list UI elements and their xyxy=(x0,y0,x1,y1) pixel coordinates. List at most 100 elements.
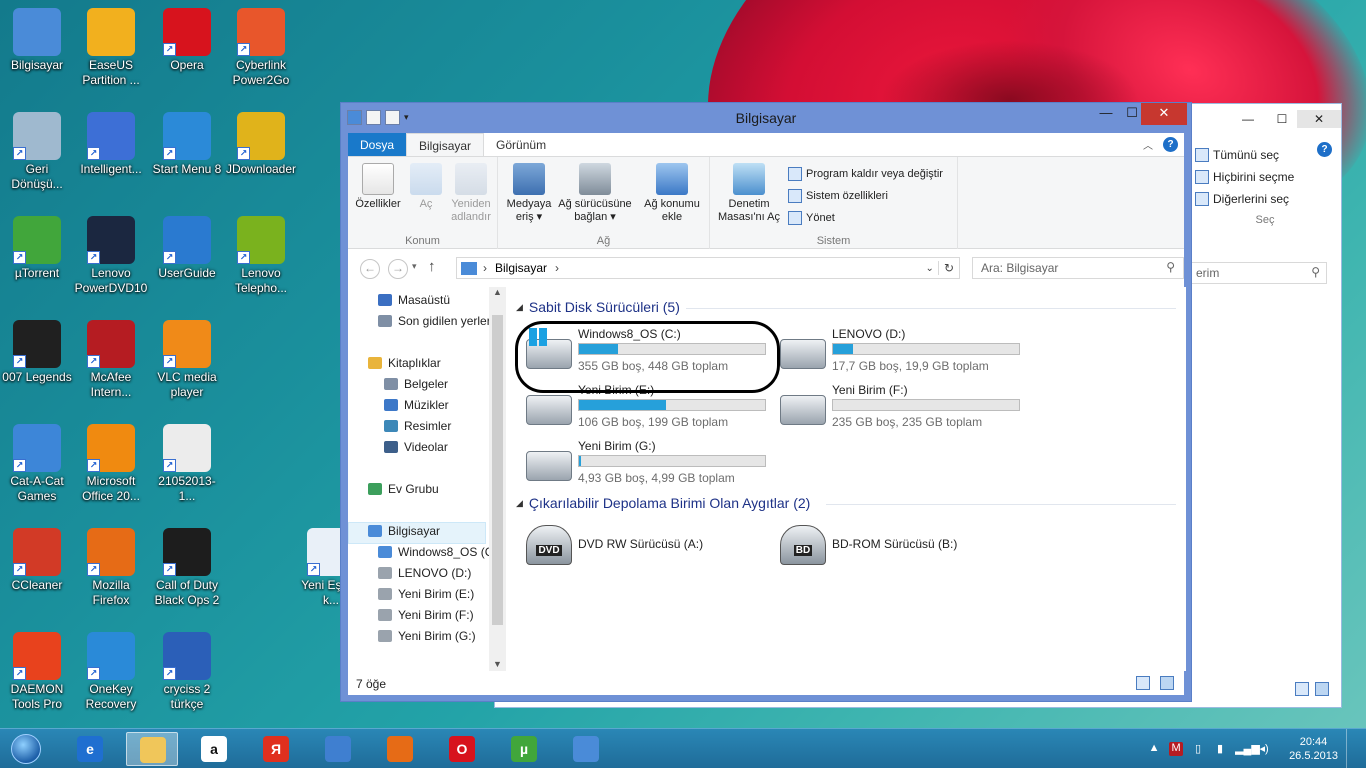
nav-recent-places[interactable]: Son gidilen yerler xyxy=(378,314,491,328)
nav-desktop[interactable]: Masaüstü xyxy=(378,293,450,307)
device-tray-icon[interactable]: ▯ xyxy=(1191,742,1205,756)
tab-file[interactable]: Dosya xyxy=(348,133,407,156)
nav-scrollbar[interactable]: ▲ ▼ xyxy=(489,287,506,671)
desktop-icon[interactable]: ↗ Start Menu 8 xyxy=(150,112,224,177)
desktop-icon[interactable]: ↗ JDownloader xyxy=(224,112,298,177)
desktop-icon[interactable]: ↗ Microsoft Office 20... xyxy=(74,424,148,504)
taskbar-app-button[interactable]: e xyxy=(64,732,116,766)
nav-libraries[interactable]: Kitaplıklar xyxy=(368,356,441,370)
desktop-icon[interactable]: ↗ CCleaner xyxy=(0,528,74,593)
breadcrumb-computer[interactable]: Bilgisayar xyxy=(495,261,547,275)
show-hidden-icons-icon[interactable]: ▲ xyxy=(1147,742,1161,756)
explorer-window[interactable]: ▾ Bilgisayar — ☐ ✕ Dosya Bilgisayar Görü… xyxy=(340,102,1192,702)
back-button[interactable]: ← xyxy=(360,259,380,279)
address-bar[interactable]: › Bilgisayar › ⌄ ↻ xyxy=(456,257,960,279)
desktop-icon[interactable]: ↗ Opera xyxy=(150,8,224,73)
minimize-button[interactable]: — xyxy=(1235,110,1261,128)
desktop-icon[interactable]: EaseUS Partition ... xyxy=(74,8,148,88)
details-view-icon[interactable] xyxy=(1136,676,1150,690)
forward-button[interactable]: → xyxy=(388,259,408,279)
nav-drive-e[interactable]: Yeni Birim (E:) xyxy=(378,587,474,601)
nav-drive-c[interactable]: Windows8_OS (C: xyxy=(378,545,497,559)
scroll-up-icon[interactable]: ▲ xyxy=(489,287,506,297)
power-tray-icon[interactable]: ▮ xyxy=(1213,742,1227,756)
desktop-icon[interactable]: ↗ 007 Legends xyxy=(0,320,74,385)
desktop-icon[interactable]: ↗ 21052013-1... xyxy=(150,424,224,504)
refresh-icon[interactable]: ↻ xyxy=(937,261,959,275)
scroll-thumb[interactable] xyxy=(492,315,503,625)
desktop-icon[interactable]: Bilgisayar xyxy=(0,8,74,73)
tab-computer[interactable]: Bilgisayar xyxy=(406,133,485,156)
show-desktop-button[interactable] xyxy=(1346,729,1354,768)
tiles-view-icon[interactable] xyxy=(1315,682,1329,696)
maximize-button[interactable]: ☐ xyxy=(1269,110,1295,128)
nav-drive-g[interactable]: Yeni Birim (G:) xyxy=(378,629,476,643)
add-network-location-button[interactable]: Ağ konumu ekle xyxy=(636,163,708,224)
mcafee-tray-icon[interactable]: M xyxy=(1169,742,1184,756)
scroll-down-icon[interactable]: ▼ xyxy=(489,659,506,669)
breadcrumb-chevron-icon[interactable]: › xyxy=(555,261,559,275)
system-properties-button[interactable]: Sistem özellikleri xyxy=(788,189,888,203)
taskbar-app-button[interactable] xyxy=(560,732,612,766)
address-dropdown-icon[interactable]: ⌄ xyxy=(926,263,938,274)
control-panel-button[interactable]: Denetim Masası'nı Aç xyxy=(716,163,782,224)
desktop-icon[interactable]: ↗ Lenovo Telepho... xyxy=(224,216,298,296)
nav-homegroup[interactable]: Ev Grubu xyxy=(368,482,439,496)
nav-documents[interactable]: Belgeler xyxy=(384,377,448,391)
desktop-icon[interactable]: ↗ VLC media player xyxy=(150,320,224,400)
desktop-icon[interactable]: ↗ DAEMON Tools Pro xyxy=(0,632,74,712)
uninstall-program-button[interactable]: Program kaldır veya değiştir xyxy=(788,167,943,181)
desktop-icon[interactable]: ↗ Mozilla Firefox xyxy=(74,528,148,608)
nav-videos[interactable]: Videolar xyxy=(384,440,448,454)
desktop-icon[interactable]: ↗ µTorrent xyxy=(0,216,74,281)
network-tray-icon[interactable]: ▂▄▆ xyxy=(1235,742,1260,756)
group-header-removable[interactable]: ◢ Çıkarılabilir Depolama Birimi Olan Ayg… xyxy=(516,495,810,511)
desktop-icon[interactable]: ↗ Geri Dönüşü... xyxy=(0,112,74,192)
group-header-hdd[interactable]: ◢ Sabit Disk Sürücüleri (5) xyxy=(516,299,680,315)
close-button[interactable]: ✕ xyxy=(1141,103,1187,125)
nav-music[interactable]: Müzikler xyxy=(384,398,449,412)
drive-tile[interactable]: LENOVO (D:) 17,7 GB boş, 19,9 GB toplam xyxy=(780,327,1030,379)
taskbar-app-button[interactable] xyxy=(374,732,426,766)
recent-locations-icon[interactable]: ▾ xyxy=(412,261,417,272)
volume-tray-icon[interactable]: ◂) xyxy=(1257,742,1271,756)
desktop-icon[interactable]: ↗ Call of Duty Black Ops 2 xyxy=(150,528,224,608)
taskbar-app-button[interactable] xyxy=(126,732,178,766)
select-none-button[interactable]: Hiçbirini seçme xyxy=(1195,166,1335,188)
optical-drive-tile[interactable]: DVD DVD RW Sürücüsü (A:) xyxy=(526,523,776,575)
taskbar-app-button[interactable] xyxy=(312,732,364,766)
back-search-input[interactable]: erim ⚲ xyxy=(1191,262,1327,284)
properties-button[interactable]: Özellikler xyxy=(352,163,404,211)
desktop-icon[interactable]: ↗ Cat-A-Cat Games xyxy=(0,424,74,504)
desktop-icon[interactable]: ↗ OneKey Recovery xyxy=(74,632,148,712)
open-button[interactable]: Aç xyxy=(408,163,444,211)
tiles-view-icon[interactable] xyxy=(1160,676,1174,690)
select-all-button[interactable]: Tümünü seç xyxy=(1195,144,1335,166)
taskbar-app-button[interactable]: O xyxy=(436,732,488,766)
nav-drive-f[interactable]: Yeni Birim (F:) xyxy=(378,608,474,622)
search-input[interactable]: Ara: Bilgisayar ⚲ xyxy=(972,257,1184,279)
access-media-button[interactable]: Medyaya eriş ▾ xyxy=(504,163,554,224)
start-button[interactable] xyxy=(6,733,46,765)
taskbar-app-button[interactable]: Я xyxy=(250,732,302,766)
taskbar-app-button[interactable]: µ xyxy=(498,732,550,766)
desktop-icon[interactable]: ↗ Cyberlink Power2Go xyxy=(224,8,298,88)
desktop-icon[interactable]: ↗ McAfee Intern... xyxy=(74,320,148,400)
taskbar-app-button[interactable]: a xyxy=(188,732,240,766)
drive-tile[interactable]: Yeni Birim (G:) 4,93 GB boş, 4,99 GB topl… xyxy=(526,439,776,491)
titlebar[interactable]: ▾ Bilgisayar — ☐ ✕ xyxy=(341,103,1191,133)
desktop-icon[interactable]: ↗ cryciss 2 türkçe xyxy=(150,632,224,712)
desktop-icon[interactable]: ↗ UserGuide xyxy=(150,216,224,281)
collapse-ribbon-icon[interactable]: ︿ xyxy=(1143,137,1153,152)
up-button[interactable]: ↑ xyxy=(428,258,436,275)
close-button[interactable]: ✕ xyxy=(1297,110,1341,128)
tab-view[interactable]: Görünüm xyxy=(484,133,558,156)
details-view-icon[interactable] xyxy=(1295,682,1309,696)
clock[interactable]: 20:44 26.5.2013 xyxy=(1279,735,1338,763)
desktop-icon[interactable]: ↗ Intelligent... xyxy=(74,112,148,177)
desktop-icon[interactable]: ↗ Lenovo PowerDVD10 xyxy=(74,216,148,296)
rename-button[interactable]: Yeniden adlandır xyxy=(446,163,496,224)
nav-pictures[interactable]: Resimler xyxy=(384,419,451,433)
invert-selection-button[interactable]: Diğerlerini seç xyxy=(1195,188,1335,210)
breadcrumb-separator-icon[interactable]: › xyxy=(483,261,487,275)
